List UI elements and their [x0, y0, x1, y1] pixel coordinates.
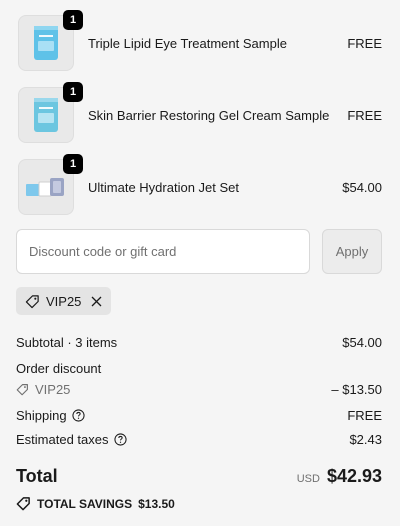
- line-item: 1 Triple Lipid Eye Treatment Sample FREE: [18, 10, 382, 71]
- close-icon: [91, 296, 102, 306]
- currency-code: USD: [296, 473, 320, 485]
- discount-code-input[interactable]: [16, 229, 310, 274]
- line-item: 1 Skin Barrier Restoring Gel Cream Sampl…: [18, 82, 382, 143]
- taxes-row: Estimated taxes $2.43: [16, 432, 382, 447]
- subtotal-row: Subtotal · 3 items $54.00: [16, 335, 382, 350]
- shipping-row: Shipping FREE: [16, 408, 382, 423]
- remove-discount-button[interactable]: [91, 296, 102, 307]
- savings-amount: $13.50: [138, 496, 175, 511]
- product-thumbnail: 1: [18, 154, 83, 215]
- order-discount-label: Order discount: [16, 361, 102, 376]
- product-thumbnail: 1: [18, 10, 83, 71]
- item-price: FREE: [347, 35, 382, 51]
- item-name: Skin Barrier Restoring Gel Cream Sample: [88, 107, 330, 123]
- total-savings: TOTAL SAVINGS $13.50: [16, 496, 175, 511]
- order-discount-code: VIP25: [35, 382, 71, 397]
- product-thumbnail: 1: [18, 82, 83, 143]
- total-label: Total: [16, 466, 58, 486]
- item-price: $54.00: [342, 179, 382, 195]
- quantity-badge: 1: [63, 82, 83, 102]
- item-price: FREE: [347, 107, 382, 123]
- line-item: 1 Ultimate Hydration Jet Set $54.00: [18, 154, 382, 215]
- tag-icon: [25, 294, 39, 308]
- sample-packet-icon: [34, 26, 58, 60]
- order-discount-value: – $13.50: [331, 382, 382, 397]
- total-amount: $42.93: [326, 466, 382, 486]
- tag-icon: [16, 384, 28, 396]
- applied-discount-chip: VIP25: [16, 287, 112, 315]
- help-icon[interactable]: [72, 409, 85, 422]
- subtotal-label: Subtotal · 3 items: [16, 335, 118, 350]
- shipping-value: FREE: [347, 408, 382, 423]
- item-name: Triple Lipid Eye Treatment Sample: [88, 35, 287, 51]
- item-name: Ultimate Hydration Jet Set: [88, 179, 240, 195]
- tag-icon: [16, 497, 30, 511]
- sample-packet-icon: [34, 98, 58, 132]
- product-set-icon: [26, 178, 64, 197]
- help-icon[interactable]: [113, 433, 127, 446]
- total-row: Total USD $42.93: [16, 466, 382, 487]
- apply-button[interactable]: Apply: [322, 229, 382, 274]
- taxes-value: $2.43: [349, 432, 382, 447]
- quantity-badge: 1: [63, 10, 83, 30]
- order-discount-row: Order discount: [16, 361, 382, 376]
- subtotal-value: $54.00: [342, 335, 382, 350]
- taxes-label: Estimated taxes: [16, 432, 109, 447]
- applied-discount-code: VIP25: [46, 293, 82, 309]
- shipping-label: Shipping: [16, 408, 67, 423]
- savings-label: TOTAL SAVINGS: [37, 496, 133, 511]
- order-discount-detail-row: VIP25 – $13.50: [16, 382, 382, 397]
- discount-form: Apply: [16, 229, 382, 274]
- quantity-badge: 1: [63, 154, 83, 174]
